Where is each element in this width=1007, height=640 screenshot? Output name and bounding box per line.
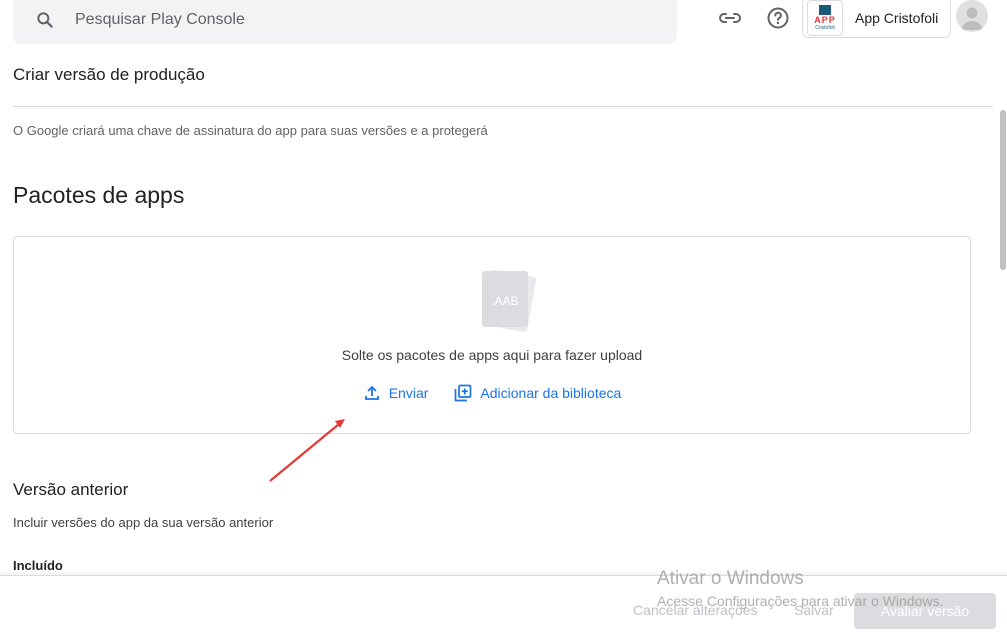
search-placeholder: Pesquisar Play Console (75, 11, 245, 28)
windows-activation-title: Ativar o Windows (657, 568, 804, 589)
app-bundles-title: Pacotes de apps (13, 182, 185, 208)
annotation-arrow-icon (265, 415, 355, 490)
upload-label: Enviar (388, 385, 429, 401)
drop-instructions: Solte os pacotes de apps aqui para fazer… (341, 347, 643, 363)
library-label: Adicionar da biblioteca (480, 385, 622, 401)
windows-activation-subtitle: Acesse Configurações para ativar o Windo… (657, 593, 944, 609)
app-name: App Cristofoli (855, 9, 939, 26)
svg-text:.AAB: .AAB (491, 294, 518, 308)
previous-version-title: Versão anterior (13, 480, 129, 499)
previous-version-description: Incluir versões do app da sua versão ant… (13, 515, 274, 530)
account-avatar[interactable] (956, 0, 988, 32)
search-icon (33, 8, 57, 32)
app-bundle-dropzone[interactable]: .AAB Solte os pacotes de apps aqui para … (13, 236, 971, 434)
included-label: Incluído (13, 558, 63, 573)
app-logo: APP Cristofoli (807, 0, 843, 36)
vertical-scrollbar[interactable] (1000, 110, 1006, 270)
library-add-icon (454, 384, 472, 402)
app-switcher[interactable]: APP Cristofoli App Cristofoli (802, 0, 951, 38)
aab-file-icon: .AAB (472, 265, 542, 335)
link-icon[interactable] (718, 6, 742, 30)
signing-info: O Google criará uma chave de assinatura … (13, 123, 488, 138)
search-bar[interactable]: Pesquisar Play Console (13, 0, 677, 44)
help-icon[interactable] (766, 6, 790, 30)
page-title: Criar versão de produção (13, 65, 205, 84)
add-from-library-button[interactable]: Adicionar da biblioteca (454, 384, 621, 402)
upload-icon (363, 384, 381, 402)
upload-button[interactable]: Enviar (363, 384, 429, 402)
header-divider (13, 106, 993, 107)
